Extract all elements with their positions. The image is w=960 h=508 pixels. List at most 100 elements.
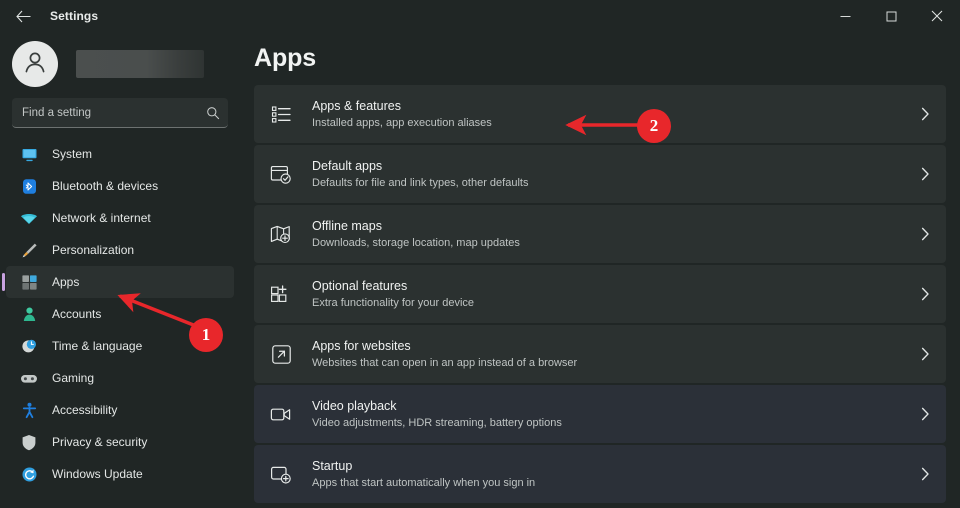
sidebar-item-privacy-security[interactable]: Privacy & security (6, 426, 234, 458)
clock-icon (20, 337, 38, 355)
video-camera-icon (268, 401, 294, 427)
card-title: Default apps (312, 158, 383, 173)
card-title: Optional features (312, 278, 408, 293)
search-box[interactable] (12, 98, 228, 128)
chevron-right-icon[interactable] (921, 347, 930, 361)
card-text: Apps for websites Websites that can open… (312, 338, 921, 371)
sidebar-item-personalization[interactable]: Personalization (6, 234, 234, 266)
avatar (12, 41, 58, 87)
card-text: Offline maps Downloads, storage location… (312, 218, 921, 251)
sidebar-item-bluetooth-devices[interactable]: Bluetooth & devices (6, 170, 234, 202)
sidebar-item-label: System (52, 147, 93, 161)
settings-card-list: Apps & features Installed apps, app exec… (254, 85, 946, 503)
map-icon (268, 221, 294, 247)
monitor-icon (20, 145, 38, 163)
close-icon (931, 10, 943, 22)
sidebar-item-label: Bluetooth & devices (52, 179, 159, 193)
card-title: Apps for websites (312, 338, 411, 353)
annotation-badge-2: 2 (637, 109, 671, 143)
search-icon (206, 106, 220, 120)
card-title: Offline maps (312, 218, 382, 233)
chevron-right-icon[interactable] (921, 107, 930, 121)
minimize-icon (840, 11, 851, 22)
card-subtitle: Defaults for file and link types, other … (312, 176, 529, 189)
card-startup[interactable]: Startup Apps that start automatically wh… (254, 445, 946, 503)
sidebar-item-label: Accessibility (52, 403, 118, 417)
card-text: Default apps Defaults for file and link … (312, 158, 921, 191)
bluetooth-icon (20, 177, 38, 195)
minimize-button[interactable] (822, 0, 868, 32)
window-title: Settings (50, 9, 99, 23)
sidebar: System Bluetooth & devices (0, 32, 240, 508)
sidebar-item-network-internet[interactable]: Network & internet (6, 202, 234, 234)
person-icon (20, 305, 38, 323)
startup-icon (268, 461, 294, 487)
card-subtitle: Apps that start automatically when you s… (312, 476, 536, 489)
gamepad-icon (20, 369, 38, 387)
card-subtitle: Websites that can open in an app instead… (312, 356, 578, 369)
default-apps-icon (268, 161, 294, 187)
accessibility-icon (20, 401, 38, 419)
page-title: Apps (254, 44, 317, 72)
card-video-playback[interactable]: Video playback Video adjustments, HDR st… (254, 385, 946, 443)
close-button[interactable] (914, 0, 960, 32)
apps-grid-icon (20, 273, 38, 291)
account-name-redacted (76, 50, 204, 78)
chevron-right-icon[interactable] (921, 227, 930, 241)
maximize-button[interactable] (868, 0, 914, 32)
main-content: Apps Apps & features Installed apps, app… (240, 32, 960, 508)
sidebar-item-label: Apps (52, 275, 80, 289)
window-controls (822, 0, 960, 32)
card-subtitle: Downloads, storage location, map updates (312, 236, 520, 249)
external-link-icon (268, 341, 294, 367)
chevron-right-icon[interactable] (921, 467, 930, 481)
sidebar-item-gaming[interactable]: Gaming (6, 362, 234, 394)
shield-icon (20, 433, 38, 451)
user-avatar-icon (21, 48, 49, 81)
card-subtitle: Video adjustments, HDR streaming, batter… (312, 416, 562, 429)
chevron-right-icon[interactable] (921, 167, 930, 181)
card-subtitle: Installed apps, app execution aliases (312, 116, 492, 129)
sidebar-item-accessibility[interactable]: Accessibility (6, 394, 234, 426)
sidebar-item-label: Personalization (52, 243, 135, 257)
sidebar-item-label: Time & language (52, 339, 143, 353)
sidebar-item-label: Network & internet (52, 211, 151, 225)
wifi-icon (20, 209, 38, 227)
card-title: Startup (312, 458, 353, 473)
sidebar-item-label: Accounts (52, 307, 102, 321)
annotation-badge-1: 1 (189, 318, 223, 352)
list-icon (268, 101, 294, 127)
maximize-icon (886, 11, 897, 22)
paintbrush-icon (20, 241, 38, 259)
card-optional-features[interactable]: Optional features Extra functionality fo… (254, 265, 946, 323)
card-subtitle: Extra functionality for your device (312, 296, 475, 309)
back-arrow-icon (15, 10, 31, 23)
sidebar-item-label: Privacy & security (52, 435, 148, 449)
card-default-apps[interactable]: Default apps Defaults for file and link … (254, 145, 946, 203)
sidebar-nav: System Bluetooth & devices Network & int… (0, 138, 240, 490)
card-offline-maps[interactable]: Offline maps Downloads, storage location… (254, 205, 946, 263)
card-text: Video playback Video adjustments, HDR st… (312, 398, 921, 431)
sidebar-item-windows-update[interactable]: Windows Update (6, 458, 234, 490)
card-apps-and-features[interactable]: Apps & features Installed apps, app exec… (254, 85, 946, 143)
search-input[interactable] (22, 106, 206, 119)
card-apps-for-websites[interactable]: Apps for websites Websites that can open… (254, 325, 946, 383)
sidebar-item-system[interactable]: System (6, 138, 234, 170)
card-title: Apps & features (312, 98, 401, 113)
sidebar-item-label: Gaming (52, 371, 95, 385)
chevron-right-icon[interactable] (921, 407, 930, 421)
card-title: Video playback (312, 398, 397, 413)
update-icon (20, 465, 38, 483)
chevron-right-icon[interactable] (921, 287, 930, 301)
sidebar-item-apps[interactable]: Apps (2, 266, 234, 298)
card-text: Apps & features Installed apps, app exec… (312, 98, 921, 131)
title-bar: Settings (0, 0, 960, 32)
card-text: Startup Apps that start automatically wh… (312, 458, 921, 491)
account-row[interactable] (0, 32, 240, 96)
back-button[interactable] (6, 1, 40, 31)
sidebar-item-label: Windows Update (52, 467, 143, 481)
search-container (0, 98, 240, 128)
settings-window: Settings Find a setting System Bluetooth… (0, 0, 960, 508)
optional-features-icon (268, 281, 294, 307)
card-text: Optional features Extra functionality fo… (312, 278, 921, 311)
